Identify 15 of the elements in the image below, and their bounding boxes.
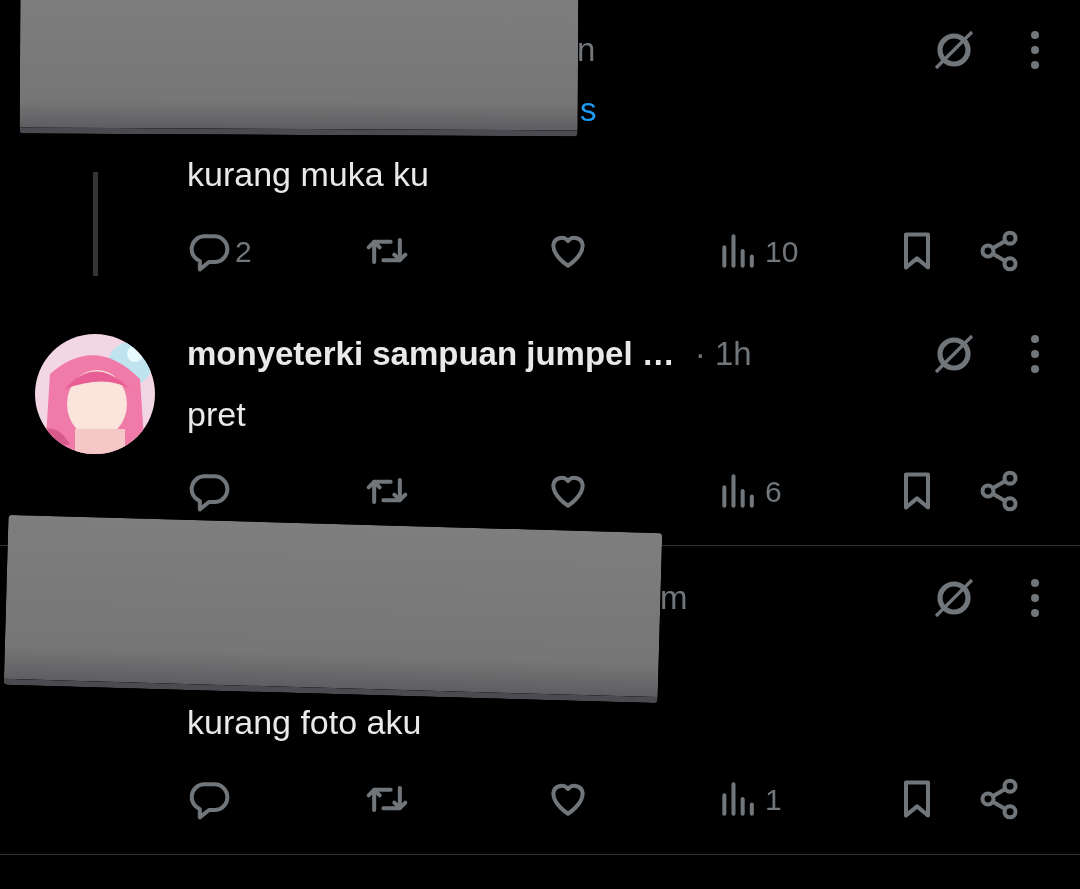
more-icon[interactable] xyxy=(1030,578,1040,618)
timestamp: · 1h xyxy=(694,334,752,375)
handle-fragment[interactable]: s xyxy=(580,85,597,135)
views-button[interactable]: 10 xyxy=(717,228,799,274)
post-text: kurang muka ku xyxy=(187,154,430,195)
post-text: kurang foto aku xyxy=(187,702,423,743)
reply-button[interactable]: 2 xyxy=(187,228,252,274)
views-button[interactable]: 1 xyxy=(717,776,782,822)
name-fragment: m xyxy=(660,578,688,619)
more-icon[interactable] xyxy=(1030,30,1040,70)
views-button[interactable]: 6 xyxy=(717,468,782,514)
name-fragment: n xyxy=(577,30,596,71)
more-icon[interactable] xyxy=(1030,334,1040,374)
display-name[interactable]: monyeterki sampuan jumpel … xyxy=(187,329,675,379)
post-text: pret xyxy=(187,394,247,435)
